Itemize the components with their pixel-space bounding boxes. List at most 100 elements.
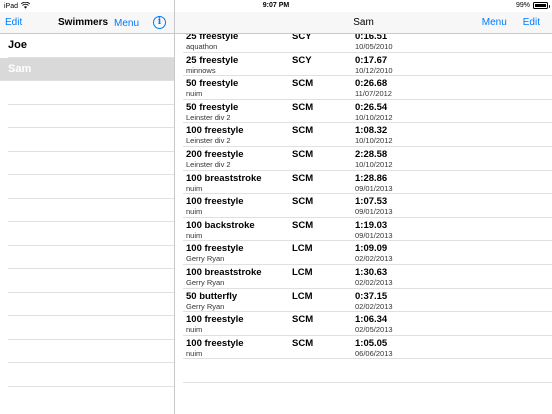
- detail-nav-actions: Menu Edit: [482, 17, 540, 28]
- result-course: LCM: [292, 243, 313, 255]
- result-row[interactable]: 100 freestyle nuim SCM 1:06.34 02/05/2013: [183, 312, 552, 336]
- empty-row: [8, 269, 174, 293]
- battery-level: [535, 4, 546, 7]
- swimmer-list: Joe Sam: [0, 34, 174, 387]
- result-date: 09/01/2013: [355, 207, 393, 217]
- result-date: 02/02/2013: [355, 254, 393, 264]
- info-icon[interactable]: i: [153, 16, 166, 29]
- result-event: 100 freestyle: [186, 125, 244, 137]
- result-date: 10/12/2010: [355, 65, 393, 75]
- results-list: 25 freestyle aquathon SCY 0:16.51 10/05/2010…: [175, 34, 552, 414]
- empty-row: [8, 340, 174, 363]
- result-meet: aquathon: [186, 42, 218, 51]
- empty-row: [8, 293, 174, 316]
- result-event: 100 freestyle: [186, 337, 244, 349]
- result-meet: Leinster div 2: [186, 136, 231, 146]
- empty-row: [8, 105, 174, 128]
- result-course: SCM: [292, 314, 314, 326]
- result-row[interactable]: 100 freestyle Leinster div 2 SCM 1:08.32 10/…: [183, 123, 552, 147]
- result-event: 50 freestyle: [186, 78, 239, 90]
- battery-percent: 99%: [515, 2, 530, 9]
- empty-row: [8, 152, 174, 175]
- result-time: 1:08.32: [355, 125, 388, 137]
- swimmer-name: Sam: [8, 62, 32, 75]
- swimmer-name: Joe: [8, 39, 27, 51]
- result-course: SCM: [292, 337, 314, 349]
- status-right: 99%: [515, 2, 550, 9]
- empty-row: [8, 81, 174, 105]
- master-navbar: Edit Swimmers Menu i: [0, 12, 174, 34]
- result-meet: Gerry Ryan: [186, 301, 225, 311]
- detail-navbar: Sam Menu Edit: [175, 12, 552, 34]
- result-row[interactable]: 25 freestyle aquathon SCY 0:16.51 10/05/2010: [183, 34, 552, 53]
- result-event: 100 freestyle: [186, 243, 244, 255]
- result-meet: Leinster div 2: [186, 112, 231, 122]
- result-date: 02/02/2013: [355, 301, 393, 311]
- result-row[interactable]: 100 breaststroke nuim SCM 1:28.86 09/01/2013: [183, 171, 552, 195]
- result-time: 1:05.05: [355, 337, 388, 349]
- result-event: 100 breaststroke: [186, 266, 262, 278]
- result-row[interactable]: 100 freestyle Gerry Ryan LCM 1:09.09 02/02/2…: [183, 241, 552, 265]
- detail-edit-button[interactable]: Edit: [523, 17, 540, 28]
- result-row[interactable]: 100 freestyle nuim SCM 1:07.53 09/01/2013: [183, 194, 552, 218]
- swimmer-row-sam[interactable]: Sam: [0, 57, 174, 81]
- detail-pane: Sam Menu Edit 25 freestyle aquathon SCY 0:1…: [175, 12, 552, 414]
- results-container: 25 freestyle aquathon SCY 0:16.51 10/05/2010…: [175, 34, 552, 383]
- result-course: SCM: [292, 196, 314, 208]
- master-pane: Edit Swimmers Menu i Joe Sam: [0, 12, 174, 414]
- result-row[interactable]: 50 freestyle Leinster div 2 SCM 0:26.54 10/1…: [183, 100, 552, 124]
- result-row[interactable]: 100 backstroke nuim SCM 1:19.03 09/01/2013: [183, 218, 552, 242]
- result-event: 100 freestyle: [186, 314, 244, 326]
- result-row[interactable]: 100 freestyle nuim SCM 1:05.05 06/06/2013: [183, 336, 552, 360]
- master-edit-button[interactable]: Edit: [5, 17, 22, 28]
- result-time: 0:16.51: [355, 34, 388, 42]
- result-meet: minnows: [186, 65, 216, 75]
- result-date: 06/06/2013: [355, 348, 393, 358]
- result-meet: Leinster div 2: [186, 159, 231, 169]
- result-course: LCM: [292, 266, 313, 278]
- result-time: 0:37.15: [355, 290, 388, 302]
- result-meet: nuim: [186, 89, 203, 99]
- master-menu-button[interactable]: Menu: [114, 18, 139, 29]
- result-date: 10/10/2012: [355, 136, 393, 146]
- result-time: 2:28.58: [355, 148, 388, 160]
- result-meet: nuim: [186, 183, 203, 193]
- result-event: 200 freestyle: [186, 148, 244, 160]
- result-time: 1:06.34: [355, 314, 388, 326]
- master-nav-actions: Menu i: [114, 16, 166, 29]
- result-date: 09/01/2013: [355, 183, 393, 193]
- result-row[interactable]: 25 freestyle minnows SCY 0:17.67 10/12/2010: [183, 53, 552, 77]
- detail-menu-button[interactable]: Menu: [482, 17, 507, 28]
- result-time: 1:19.03: [355, 219, 388, 231]
- result-course: SCY: [292, 54, 312, 66]
- result-time: 0:26.54: [355, 101, 388, 113]
- result-meet: nuim: [186, 348, 203, 358]
- result-row[interactable]: 50 freestyle nuim SCM 0:26.68 11/07/2012: [183, 76, 552, 100]
- empty-row: [8, 199, 174, 222]
- result-date: 10/10/2012: [355, 159, 393, 169]
- result-date: 10/05/2010: [355, 42, 393, 51]
- swimmer-row-joe[interactable]: Joe: [8, 34, 174, 58]
- result-time: 1:09.09: [355, 243, 388, 255]
- result-row[interactable]: 200 freestyle Leinster div 2 SCM 2:28.58 10/…: [183, 147, 552, 171]
- empty-row: [8, 246, 174, 269]
- result-course: SCM: [292, 148, 314, 160]
- result-meet: Gerry Ryan: [186, 254, 225, 264]
- empty-row: [8, 128, 174, 152]
- status-bar: iPad 9:07 PM 99%: [0, 0, 552, 12]
- master-title: Swimmers: [58, 17, 109, 28]
- result-date: 11/07/2012: [355, 89, 392, 99]
- result-date: 02/02/2013: [355, 277, 393, 287]
- empty-row: [8, 175, 174, 199]
- result-row[interactable]: 100 breaststroke Gerry Ryan LCM 1:30.63 02/0…: [183, 265, 552, 289]
- result-date: 09/01/2013: [355, 230, 393, 240]
- result-time: 1:30.63: [355, 266, 388, 278]
- result-course: SCM: [292, 172, 314, 184]
- result-time: 0:17.67: [355, 54, 388, 66]
- empty-row: [8, 222, 174, 246]
- empty-row: [183, 359, 552, 383]
- result-event: 100 freestyle: [186, 196, 244, 208]
- result-row[interactable]: 50 butterfly Gerry Ryan LCM 0:37.15 02/02/20…: [183, 289, 552, 313]
- result-date: 02/05/2013: [355, 325, 393, 335]
- empty-row: [8, 363, 174, 387]
